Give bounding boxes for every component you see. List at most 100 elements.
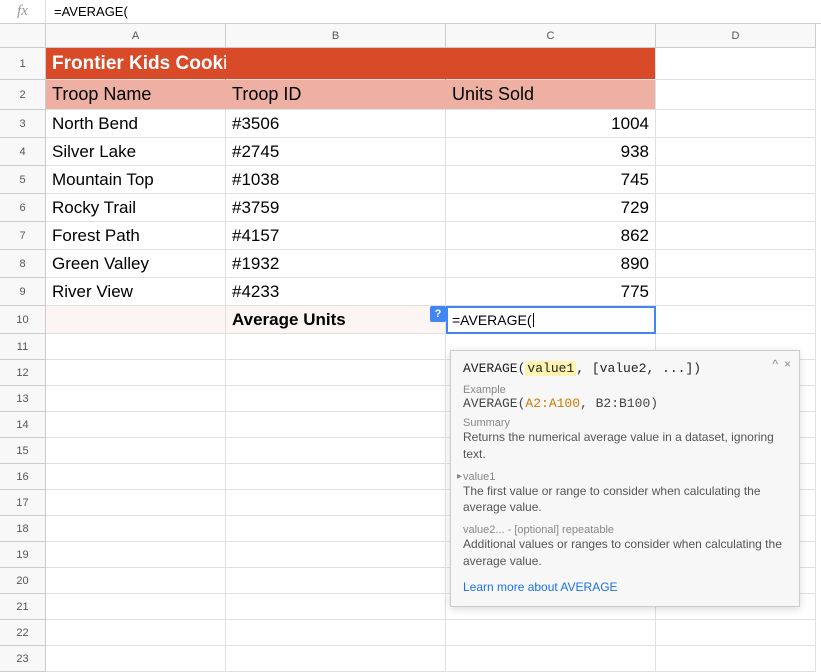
col-header-D[interactable]: D [656, 24, 816, 48]
cell-A20[interactable] [46, 568, 226, 594]
row-header-15[interactable]: 15 [0, 438, 46, 464]
cell-A3[interactable]: North Bend [46, 110, 226, 138]
row-header-6[interactable]: 6 [0, 194, 46, 222]
row-header-10[interactable]: 10 [0, 306, 46, 334]
cell-A6[interactable]: Rocky Trail [46, 194, 226, 222]
collapse-icon[interactable]: ^ [772, 357, 778, 371]
row-header-18[interactable]: 18 [0, 516, 46, 542]
cell-D6[interactable] [656, 194, 816, 222]
cell-A18[interactable] [46, 516, 226, 542]
row-header-9[interactable]: 9 [0, 278, 46, 306]
cell-B11[interactable] [226, 334, 446, 360]
row-header-19[interactable]: 19 [0, 542, 46, 568]
cell-A7[interactable]: Forest Path [46, 222, 226, 250]
cell-C10[interactable]: ?=AVERAGE( [446, 306, 656, 334]
cell-C8[interactable]: 890 [446, 250, 656, 278]
cell-A16[interactable] [46, 464, 226, 490]
row-header-1[interactable]: 1 [0, 48, 46, 80]
cell-A15[interactable] [46, 438, 226, 464]
row-header-11[interactable]: 11 [0, 334, 46, 360]
formula-bar-input[interactable]: =AVERAGE( [46, 0, 821, 23]
cell-B21[interactable] [226, 594, 446, 620]
cell-C1[interactable] [446, 48, 656, 80]
col-header-B[interactable]: B [226, 24, 446, 48]
row-header-14[interactable]: 14 [0, 412, 46, 438]
cell-B5[interactable]: #1038 [226, 166, 446, 194]
learn-more-link[interactable]: Learn more about AVERAGE [463, 580, 787, 594]
cell-B18[interactable] [226, 516, 446, 542]
cell-A23[interactable] [46, 646, 226, 672]
row-header-23[interactable]: 23 [0, 646, 46, 672]
cell-B12[interactable] [226, 360, 446, 386]
fx-icon[interactable]: fx [0, 0, 46, 23]
cell-A5[interactable]: Mountain Top [46, 166, 226, 194]
cell-A8[interactable]: Green Valley [46, 250, 226, 278]
cell-C9[interactable]: 775 [446, 278, 656, 306]
row-header-20[interactable]: 20 [0, 568, 46, 594]
cell-B10[interactable]: Average Units [226, 306, 446, 334]
row-header-8[interactable]: 8 [0, 250, 46, 278]
row-header-4[interactable]: 4 [0, 138, 46, 166]
cell-A4[interactable]: Silver Lake [46, 138, 226, 166]
cell-B20[interactable] [226, 568, 446, 594]
formula-help-badge[interactable]: ? [430, 306, 446, 322]
cell-D10[interactable] [656, 306, 816, 334]
cell-B19[interactable] [226, 542, 446, 568]
cell-B16[interactable] [226, 464, 446, 490]
row-header-12[interactable]: 12 [0, 360, 46, 386]
cell-A11[interactable] [46, 334, 226, 360]
cell-D9[interactable] [656, 278, 816, 306]
cell-C7[interactable]: 862 [446, 222, 656, 250]
row-header-3[interactable]: 3 [0, 110, 46, 138]
cell-B8[interactable]: #1932 [226, 250, 446, 278]
row-header-21[interactable]: 21 [0, 594, 46, 620]
close-icon[interactable]: × [784, 357, 791, 371]
cell-B4[interactable]: #2745 [226, 138, 446, 166]
cell-A9[interactable]: River View [46, 278, 226, 306]
row-header-7[interactable]: 7 [0, 222, 46, 250]
cell-A12[interactable] [46, 360, 226, 386]
cell-B6[interactable]: #3759 [226, 194, 446, 222]
cell-B7[interactable]: #4157 [226, 222, 446, 250]
cell-A10[interactable] [46, 306, 226, 334]
cell-B14[interactable] [226, 412, 446, 438]
row-header-5[interactable]: 5 [0, 166, 46, 194]
row-header-2[interactable]: 2 [0, 80, 46, 110]
cell-B15[interactable] [226, 438, 446, 464]
cell-A14[interactable] [46, 412, 226, 438]
cell-B3[interactable]: #3506 [226, 110, 446, 138]
cell-B9[interactable]: #4233 [226, 278, 446, 306]
cell-D5[interactable] [656, 166, 816, 194]
cell-B13[interactable] [226, 386, 446, 412]
text-cursor [533, 313, 534, 327]
cell-C2[interactable]: Units Sold [446, 80, 656, 110]
col-header-C[interactable]: C [446, 24, 656, 48]
cell-D3[interactable] [656, 110, 816, 138]
cell-A19[interactable] [46, 542, 226, 568]
col-header-A[interactable]: A [46, 24, 226, 48]
cell-D8[interactable] [656, 250, 816, 278]
cell-B17[interactable] [226, 490, 446, 516]
cell-A1[interactable]: Frontier Kids Cookie Sales [46, 48, 226, 80]
select-all-corner[interactable] [0, 24, 46, 48]
cell-D4[interactable] [656, 138, 816, 166]
cell-B2[interactable]: Troop ID [226, 80, 446, 110]
cell-D7[interactable] [656, 222, 816, 250]
cell-B23[interactable] [226, 646, 446, 672]
row-header-16[interactable]: 16 [0, 464, 46, 490]
cell-D23[interactable] [656, 646, 816, 672]
cell-C6[interactable]: 729 [446, 194, 656, 222]
cell-D1[interactable] [656, 48, 816, 80]
cell-A21[interactable] [46, 594, 226, 620]
cell-C4[interactable]: 938 [446, 138, 656, 166]
cell-C23[interactable] [446, 646, 656, 672]
cell-C3[interactable]: 1004 [446, 110, 656, 138]
row-header-13[interactable]: 13 [0, 386, 46, 412]
row-header-17[interactable]: 17 [0, 490, 46, 516]
cell-C5[interactable]: 745 [446, 166, 656, 194]
cell-A17[interactable] [46, 490, 226, 516]
cell-A13[interactable] [46, 386, 226, 412]
cell-B1[interactable] [226, 48, 446, 80]
cell-D2[interactable] [656, 80, 816, 110]
cell-A2[interactable]: Troop Name [46, 80, 226, 110]
